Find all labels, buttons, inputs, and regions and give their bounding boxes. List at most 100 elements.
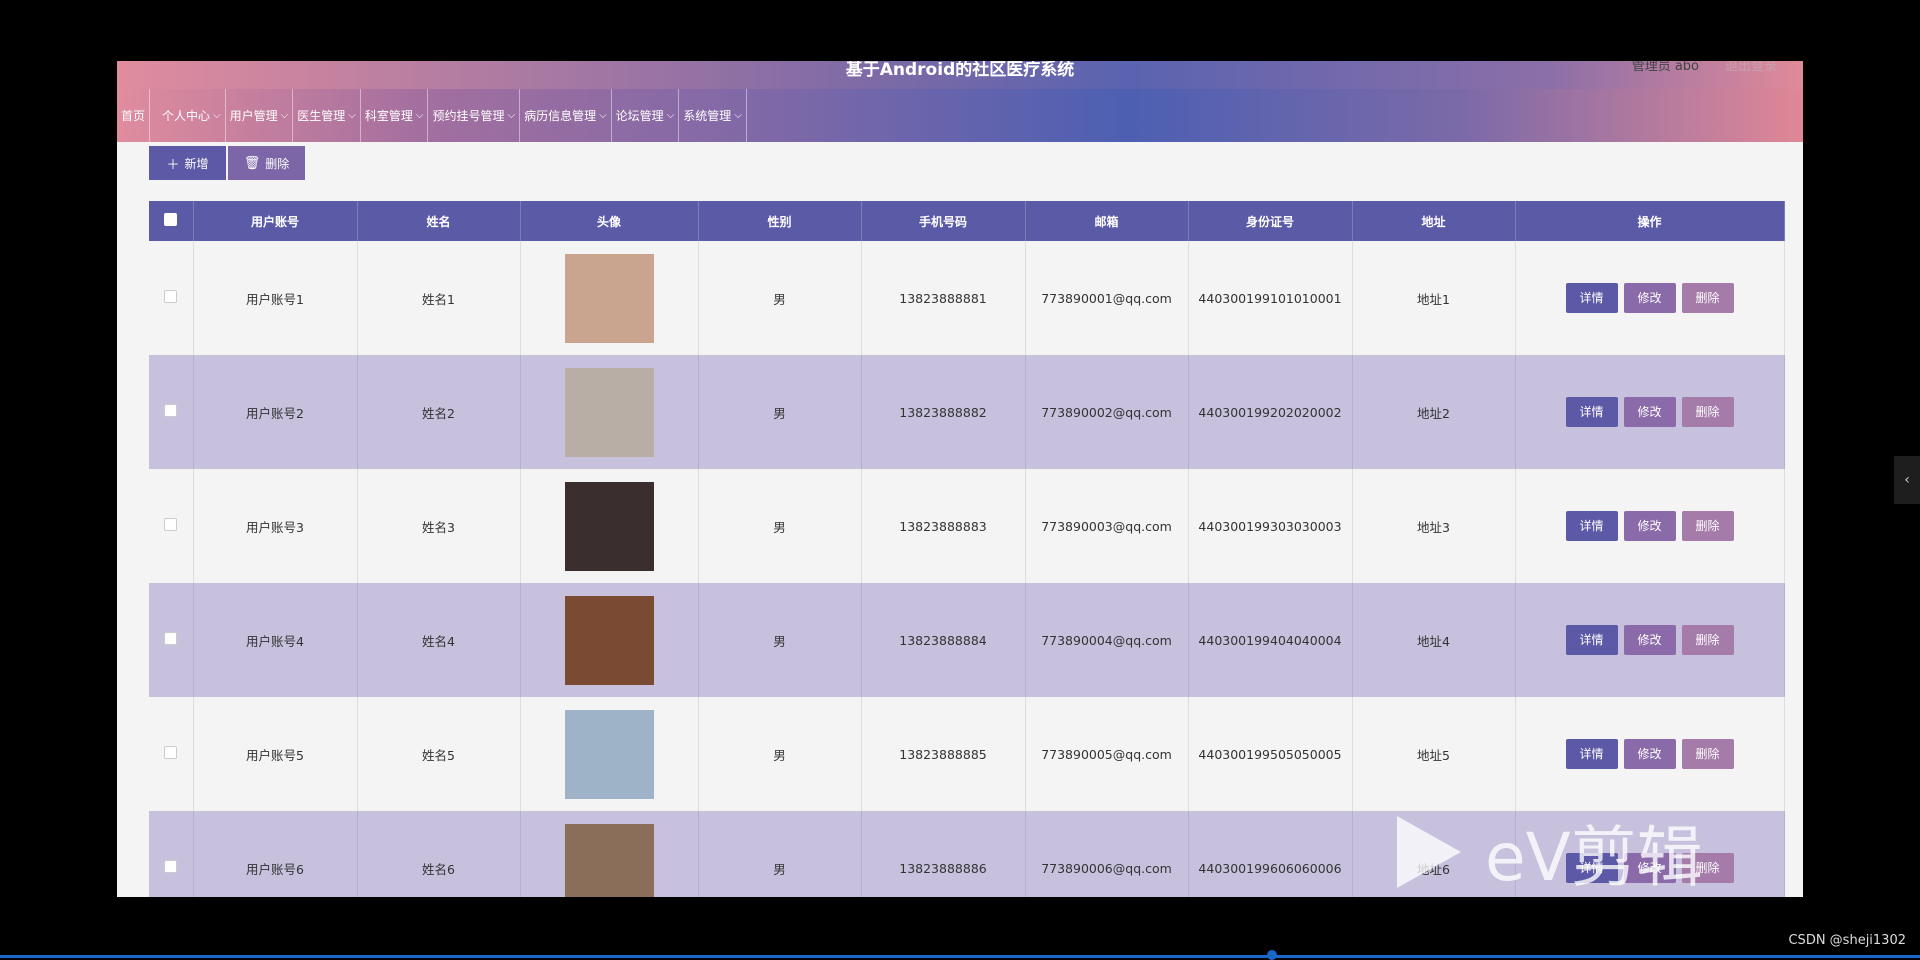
nav-label: 系统管理 [683, 109, 732, 123]
address-cell: 地址4 [1352, 583, 1516, 697]
nav-label: 个人中心 [162, 109, 211, 123]
play-logo-icon [1397, 816, 1461, 888]
delete-button[interactable]: 删除 [1681, 739, 1734, 769]
nav-label: 病历信息管理 [524, 109, 597, 123]
avatar [564, 595, 654, 685]
row-select-cell[interactable] [149, 355, 194, 469]
name-cell: 姓名6 [357, 811, 521, 897]
nav-item-appointment-management[interactable]: 预约挂号管理 ⌵ [428, 89, 521, 142]
select-all-checkbox[interactable] [164, 213, 178, 226]
account-cell: 用户账号3 [193, 469, 358, 583]
edit-button[interactable]: 修改 [1623, 739, 1676, 769]
delete-button[interactable]: 删除 [1681, 625, 1734, 655]
avatar-cell [520, 469, 699, 583]
name-cell: 姓名2 [357, 355, 521, 469]
row-checkbox[interactable] [164, 518, 178, 531]
email-cell: 773890004@qq.com [1025, 583, 1189, 697]
video-watermark: eV剪辑 [1397, 804, 1703, 900]
avatar [564, 253, 654, 343]
column-header: 邮箱 [1025, 201, 1189, 241]
detail-button[interactable]: 详情 [1565, 625, 1618, 655]
nav-label: 首页 [121, 109, 146, 123]
column-header: 用户账号 [193, 201, 358, 241]
name-cell: 姓名3 [357, 469, 521, 583]
column-header: 地址 [1352, 201, 1516, 241]
nav-item-department-management[interactable]: 科室管理 ⌵ [361, 89, 429, 142]
actions-cell: 详情 修改 删除 [1515, 697, 1785, 811]
batch-delete-button[interactable]: 🗑 删除 [228, 146, 305, 180]
main-nav: 首页 个人中心 ⌵ 用户管理 ⌵ 医生管理 ⌵ 科室管理 ⌵ 预约挂号管理 ⌵ 病历信息管… [117, 89, 1803, 142]
add-button[interactable]: ＋ 新增 [149, 146, 226, 180]
column-header: 姓名 [357, 201, 521, 241]
column-header: 操作 [1515, 201, 1785, 241]
email-cell: 773890002@qq.com [1025, 355, 1189, 469]
delete-button[interactable]: 删除 [1681, 397, 1734, 427]
logout-link[interactable]: 退出登录 [1725, 61, 1777, 74]
edit-button[interactable]: 修改 [1623, 625, 1676, 655]
chevron-down-icon: ⌵ [666, 110, 675, 121]
row-select-cell[interactable] [149, 811, 194, 897]
header-bar: 基于Android的社区医疗系统 管理员 abo 退出登录 [117, 61, 1803, 89]
row-select-cell[interactable] [149, 469, 194, 583]
chevron-down-icon: ⌵ [280, 110, 289, 121]
column-header: 身份证号 [1188, 201, 1353, 241]
chevron-down-icon: ⌵ [213, 110, 221, 121]
collapse-panel-tab[interactable]: ‹ [1894, 456, 1920, 504]
nav-item-system-management[interactable]: 系统管理 ⌵ [679, 89, 747, 142]
actions-cell: 详情 修改 删除 [1515, 355, 1785, 469]
chevron-down-icon: ⌵ [599, 110, 607, 121]
address-cell: 地址2 [1352, 355, 1516, 469]
nav-label: 用户管理 [229, 109, 278, 123]
page-title: 基于Android的社区医疗系统 [845, 61, 1075, 80]
nav-item-personal-center[interactable]: 个人中心 ⌵ [158, 89, 226, 142]
delete-button[interactable]: 删除 [1681, 511, 1734, 541]
delete-button[interactable]: 删除 [1681, 283, 1734, 313]
row-checkbox[interactable] [164, 860, 178, 873]
nav-item-home[interactable]: 首页 [117, 89, 151, 142]
video-progress-handle[interactable] [1267, 950, 1277, 960]
phone-cell: 13823888882 [861, 355, 1026, 469]
account-cell: 用户账号6 [193, 811, 358, 897]
idcard-cell: 440300199101010001 [1188, 241, 1353, 355]
batch-delete-button-label: 删除 [265, 156, 290, 171]
nav-item-forum-management[interactable]: 论坛管理 ⌵ [612, 89, 680, 142]
edit-button[interactable]: 修改 [1623, 511, 1676, 541]
csdn-credit: CSDN @sheji1302 [1788, 933, 1906, 948]
gender-cell: 男 [698, 241, 862, 355]
phone-cell: 13823888885 [861, 697, 1026, 811]
row-checkbox[interactable] [164, 746, 178, 759]
detail-button[interactable]: 详情 [1565, 397, 1618, 427]
video-progress-bar[interactable] [0, 955, 1920, 958]
nav-item-medical-record-management[interactable]: 病历信息管理 ⌵ [520, 89, 612, 142]
table-header-row: 用户账号 姓名 头像 性别 手机号码 邮箱 身份证号 地址 操作 [149, 201, 1785, 241]
row-select-cell[interactable] [149, 697, 194, 811]
edit-button[interactable]: 修改 [1623, 397, 1676, 427]
row-select-cell[interactable] [149, 583, 194, 697]
nav-item-doctor-management[interactable]: 医生管理 ⌵ [293, 89, 361, 142]
chevron-down-icon: ⌵ [734, 110, 742, 121]
select-all-cell[interactable] [149, 201, 194, 241]
edit-button[interactable]: 修改 [1623, 283, 1676, 313]
email-cell: 773890005@qq.com [1025, 697, 1189, 811]
email-cell: 773890003@qq.com [1025, 469, 1189, 583]
current-user-label: 管理员 abo [1631, 61, 1699, 74]
row-checkbox[interactable] [164, 290, 178, 303]
chevron-down-icon: ⌵ [507, 110, 516, 121]
row-checkbox[interactable] [164, 632, 178, 645]
avatar-cell [520, 355, 699, 469]
table-row: 用户账号4 姓名4 男 13823888884 773890004@qq.com 4403… [149, 583, 1785, 697]
chevron-down-icon: ⌵ [348, 110, 356, 121]
name-cell: 姓名4 [357, 583, 521, 697]
detail-button[interactable]: 详情 [1565, 739, 1618, 769]
column-header: 性别 [698, 201, 862, 241]
gender-cell: 男 [698, 469, 862, 583]
detail-button[interactable]: 详情 [1565, 283, 1618, 313]
row-select-cell[interactable] [149, 241, 194, 355]
nav-label: 科室管理 [364, 109, 413, 123]
row-checkbox[interactable] [164, 404, 178, 417]
table-row: 用户账号1 姓名1 男 13823888881 773890001@qq.com 4403… [149, 241, 1785, 355]
gender-cell: 男 [698, 583, 862, 697]
nav-item-user-management[interactable]: 用户管理 ⌵ [226, 89, 294, 142]
trash-icon: 🗑 [243, 155, 261, 171]
detail-button[interactable]: 详情 [1565, 511, 1618, 541]
